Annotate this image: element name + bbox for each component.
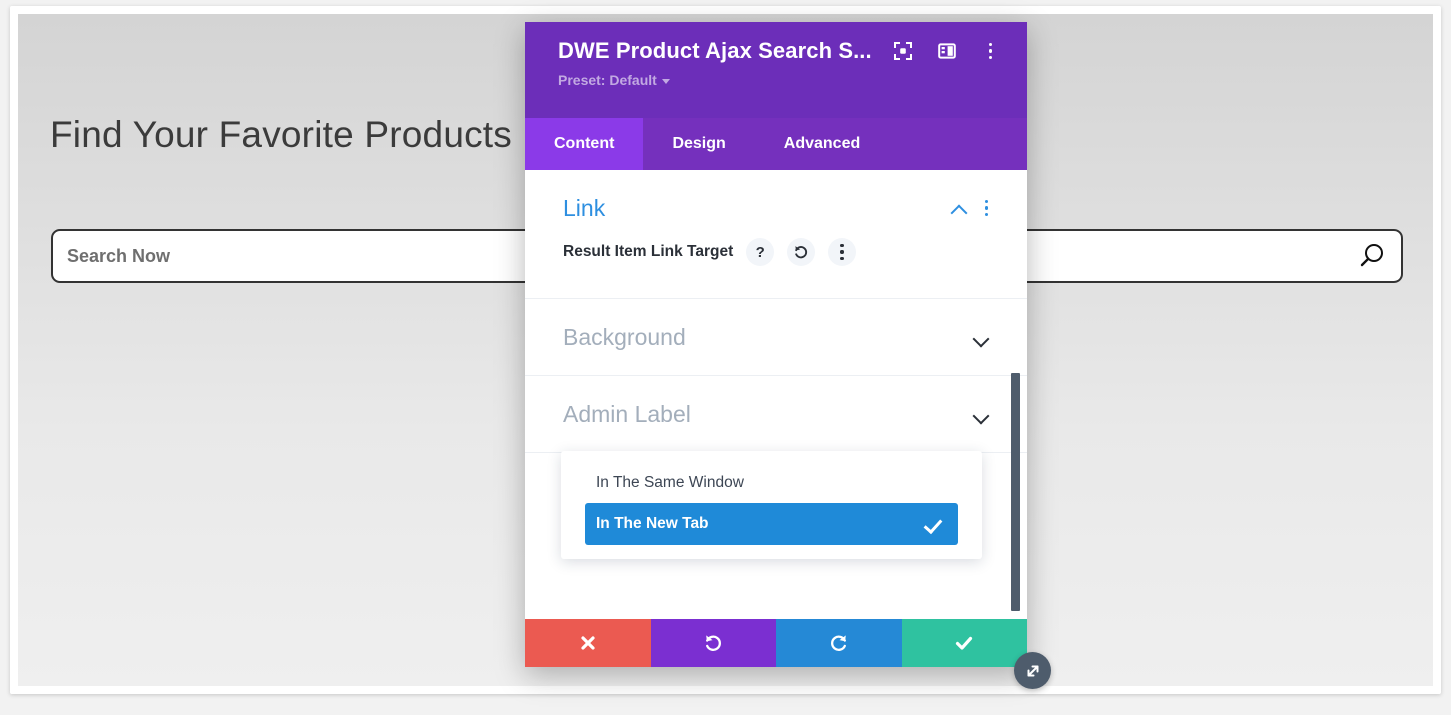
cancel-button[interactable] bbox=[525, 619, 651, 667]
dropdown-option-label: In The Same Window bbox=[596, 474, 744, 491]
section-background-title: Background bbox=[563, 323, 686, 350]
section-link-title: Link bbox=[563, 194, 606, 221]
chevron-up-icon[interactable] bbox=[951, 203, 967, 213]
preset-label: Preset: Default bbox=[558, 72, 657, 88]
layout-split-icon[interactable] bbox=[937, 42, 956, 60]
field-options-icon[interactable] bbox=[828, 238, 857, 266]
chevron-down-icon[interactable] bbox=[973, 409, 989, 419]
chevron-down-icon bbox=[661, 78, 670, 84]
help-icon[interactable]: ? bbox=[746, 238, 775, 266]
preset-selector[interactable]: Preset: Default bbox=[558, 72, 670, 88]
link-target-dropdown: In The Same Window In The New Tab bbox=[561, 451, 982, 559]
dropdown-option-same-window[interactable]: In The Same Window bbox=[561, 463, 982, 503]
section-background: Background bbox=[525, 299, 1027, 376]
section-admin-label-title: Admin Label bbox=[563, 400, 691, 427]
dropdown-option-new-tab[interactable]: In The New Tab bbox=[585, 503, 958, 545]
undo-button[interactable] bbox=[650, 619, 776, 667]
modal-footer bbox=[525, 619, 1027, 667]
section-admin-label: Admin Label bbox=[525, 376, 1027, 453]
save-button[interactable] bbox=[901, 619, 1027, 667]
section-link-header[interactable]: Link bbox=[563, 170, 989, 246]
resize-handle[interactable] bbox=[1014, 652, 1051, 689]
search-input-placeholder[interactable]: Search Now bbox=[67, 246, 170, 267]
redo-button[interactable] bbox=[776, 619, 902, 667]
section-link-options-icon[interactable] bbox=[985, 199, 989, 217]
check-icon bbox=[926, 518, 946, 531]
search-icon[interactable] bbox=[1355, 239, 1389, 273]
dropdown-option-label: In The New Tab bbox=[596, 515, 709, 532]
result-item-link-target-label: Result Item Link Target bbox=[563, 243, 734, 260]
modal-header: DWE Product Ajax Search S... Preset: Def… bbox=[525, 22, 1027, 118]
section-link: Link Result Item Link Target ? bbox=[525, 170, 1027, 299]
focus-target-icon[interactable] bbox=[893, 42, 912, 60]
modal-scrollbar-track[interactable] bbox=[1011, 170, 1020, 619]
result-item-link-target-field: Result Item Link Target ? bbox=[563, 238, 989, 268]
section-background-header[interactable]: Background bbox=[563, 299, 989, 375]
more-options-icon[interactable] bbox=[982, 42, 1000, 60]
tab-content[interactable]: Content bbox=[525, 118, 644, 170]
tab-advanced[interactable]: Advanced bbox=[755, 118, 889, 170]
modal-body: Link Result Item Link Target ? Backgroun… bbox=[525, 170, 1027, 619]
module-settings-modal: DWE Product Ajax Search S... Preset: Def… bbox=[525, 22, 1051, 689]
modal-title: DWE Product Ajax Search S... bbox=[558, 38, 872, 63]
reset-icon[interactable] bbox=[787, 238, 816, 266]
page-title: Find Your Favorite Products bbox=[50, 114, 512, 155]
section-admin-label-header[interactable]: Admin Label bbox=[563, 376, 989, 452]
tab-design[interactable]: Design bbox=[643, 118, 754, 170]
modal-tabs: Content Design Advanced bbox=[525, 118, 1027, 170]
chevron-down-icon[interactable] bbox=[973, 332, 989, 342]
modal-scrollbar-thumb[interactable] bbox=[1011, 373, 1020, 611]
